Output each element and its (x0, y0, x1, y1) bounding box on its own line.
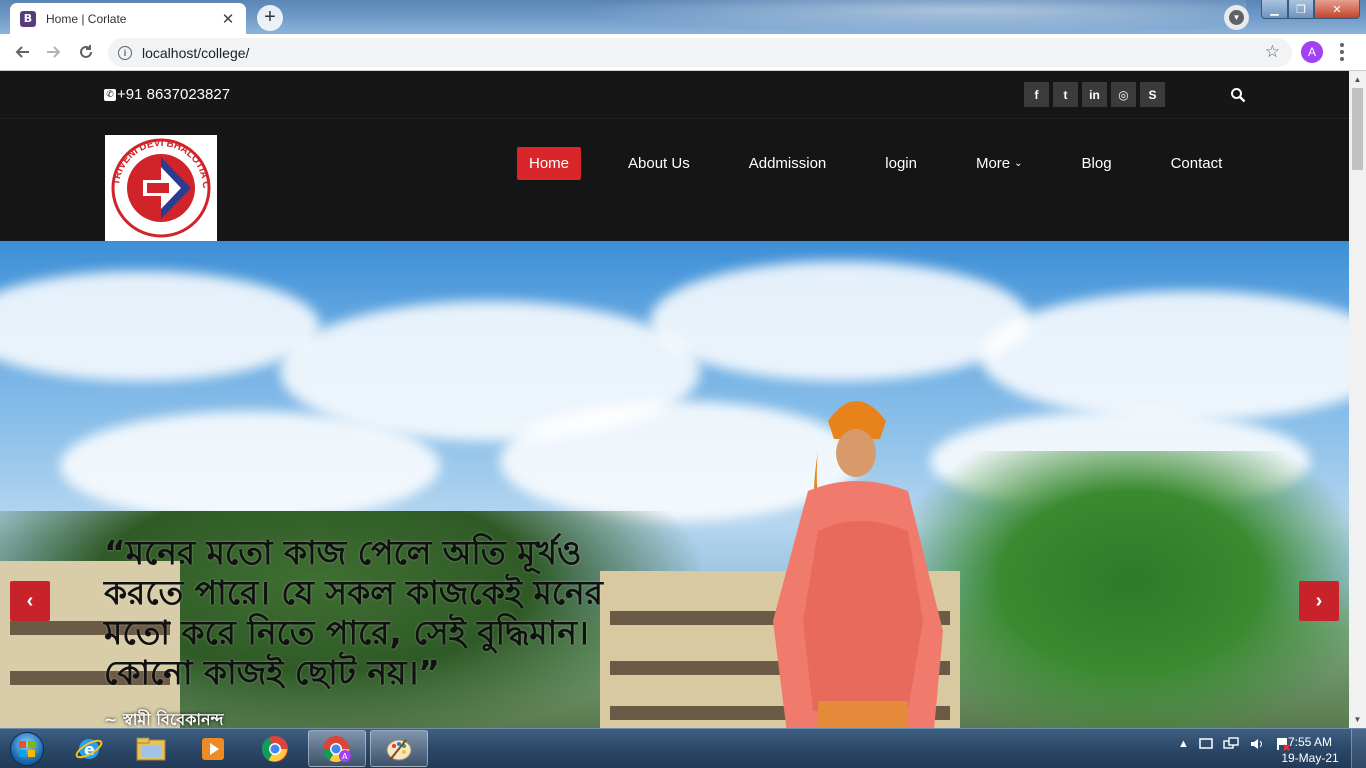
slider-next-button[interactable]: › (1299, 581, 1339, 621)
window-controls: ▁ ❐ ✕ (1261, 0, 1360, 19)
network-icon[interactable] (1223, 737, 1239, 751)
trees-right (900, 451, 1349, 728)
scroll-up-arrow-icon[interactable]: ▲ (1349, 71, 1366, 88)
dribbble-icon[interactable]: ◎ (1111, 82, 1136, 107)
site-topbar: ✆ +91 8637023827 f t in ◎ S (0, 71, 1349, 119)
forward-button[interactable] (38, 36, 70, 68)
skype-icon[interactable]: S (1140, 82, 1165, 107)
address-bar[interactable]: i localhost/college/ ☆ (108, 38, 1292, 67)
new-tab-button[interactable]: + (257, 5, 283, 31)
paint-palette-icon (386, 738, 412, 761)
cloud-shape (650, 261, 1030, 381)
bootstrap-favicon-icon: B (20, 10, 36, 27)
browser-menu-icon[interactable] (1335, 42, 1349, 62)
taskbar-file-explorer[interactable] (122, 730, 180, 767)
arrow-left-icon (15, 46, 29, 58)
page-viewport: ✆ +91 8637023827 f t in ◎ S TRIVENI DEVI… (0, 71, 1349, 728)
site-navbar: TRIVENI DEVI BHALOTIA COLLEGE Home About… (0, 119, 1349, 241)
back-button[interactable] (6, 36, 38, 68)
browser-tab[interactable]: B Home | Corlate ✕ (10, 3, 246, 34)
taskbar-paint[interactable] (370, 730, 428, 767)
chevron-right-icon: › (1315, 589, 1323, 612)
show-desktop-button[interactable] (1351, 729, 1366, 768)
search-icon[interactable] (1230, 87, 1246, 103)
minimize-button[interactable]: ▁ (1261, 0, 1288, 19)
twitter-icon[interactable]: t (1053, 82, 1078, 107)
info-icon[interactable]: i (118, 45, 132, 60)
svg-text:A: A (342, 752, 348, 761)
taskbar-chrome-profile[interactable]: A (308, 730, 366, 767)
maximize-button[interactable]: ❐ (1288, 0, 1314, 19)
arrow-right-icon (47, 46, 61, 58)
phone-contact: ✆ +91 8637023827 (104, 86, 230, 103)
page-scrollbar[interactable]: ▲ ▼ (1349, 71, 1366, 728)
cloud-shape (980, 291, 1349, 421)
vivekananda-statue-image (773, 401, 943, 728)
cloud-shape (0, 271, 320, 381)
url-text: localhost/college/ (142, 44, 250, 61)
chevron-down-icon: ⌄ (1014, 158, 1023, 169)
windows-taskbar: e A ▲ 7:55 AM 19-May-21 (0, 728, 1366, 768)
slider-prev-button[interactable]: ‹ (10, 581, 50, 621)
browser-toolbar: i localhost/college/ ☆ (0, 34, 1366, 71)
nav-more-label: More (975, 155, 1011, 172)
volume-icon[interactable] (1249, 737, 1265, 751)
nav-more-dropdown[interactable]: More ⌄ (964, 147, 1035, 180)
internet-explorer-icon: e (75, 738, 103, 759)
close-window-button[interactable]: ✕ (1314, 0, 1360, 19)
nav-contact[interactable]: Contact (1159, 147, 1235, 180)
bookmark-star-icon[interactable]: ☆ (1265, 42, 1280, 62)
reload-button[interactable] (70, 36, 102, 68)
tab-search-button[interactable]: ▼ (1224, 5, 1249, 30)
clock-time: 7:55 AM (1287, 735, 1333, 749)
chevron-left-icon: ‹ (26, 589, 34, 612)
cloud-shape (60, 411, 440, 521)
action-center-icon[interactable] (1199, 737, 1213, 751)
phone-icon: ✆ (104, 88, 116, 101)
tray-expand-icon[interactable]: ▲ (1178, 738, 1189, 750)
college-logo[interactable]: TRIVENI DEVI BHALOTIA COLLEGE (101, 127, 217, 241)
social-links: f t in ◎ S (1024, 82, 1165, 107)
nav-about-us[interactable]: About Us (616, 147, 702, 180)
tab-title: Home | Corlate (46, 11, 127, 26)
close-tab-icon[interactable]: ✕ (220, 10, 236, 28)
nav-home[interactable]: Home (517, 147, 582, 180)
phone-number: +91 8637023827 (117, 86, 231, 103)
reload-icon (80, 45, 92, 58)
hero-slider: “মনের মতো কাজ পেলে অতি মূর্খও করতে পারে।… (0, 241, 1349, 728)
clock-date: 19-May-21 (1281, 751, 1339, 765)
chrome-profile-icon: A (322, 735, 351, 762)
scroll-thumb[interactable] (1352, 88, 1363, 170)
folder-icon (136, 737, 166, 760)
hero-quote: “মনের মতো কাজ পেলে অতি মূর্খও করতে পারে।… (104, 533, 603, 692)
taskbar-media-player[interactable] (184, 730, 242, 767)
chrome-icon (261, 735, 288, 762)
windows-logo-icon (10, 732, 44, 766)
college-logo-emblem: TRIVENI DEVI BHALOTIA COLLEGE (101, 127, 211, 238)
taskbar-chrome[interactable] (246, 730, 304, 767)
taskbar-internet-explorer[interactable]: e (60, 730, 118, 767)
hero-quote-author: ~ স্বামী বিবেকানন্দ (104, 710, 224, 728)
main-nav: Home About Us Addmission login More ⌄ Bl… (517, 147, 1234, 180)
nav-admission[interactable]: Addmission (737, 147, 839, 180)
taskbar-clock[interactable]: 7:55 AM 19-May-21 (1278, 734, 1342, 766)
linkedin-icon[interactable]: in (1082, 82, 1107, 107)
system-tray: ▲ (1178, 737, 1291, 751)
media-player-icon (202, 737, 224, 760)
start-button[interactable] (4, 730, 50, 768)
profile-avatar[interactable]: A (1301, 41, 1323, 63)
facebook-icon[interactable]: f (1024, 82, 1049, 107)
nav-login[interactable]: login (873, 147, 929, 180)
chevron-down-icon: ▼ (1229, 10, 1244, 25)
nav-blog[interactable]: Blog (1070, 147, 1124, 180)
scroll-down-arrow-icon[interactable]: ▼ (1349, 711, 1366, 728)
